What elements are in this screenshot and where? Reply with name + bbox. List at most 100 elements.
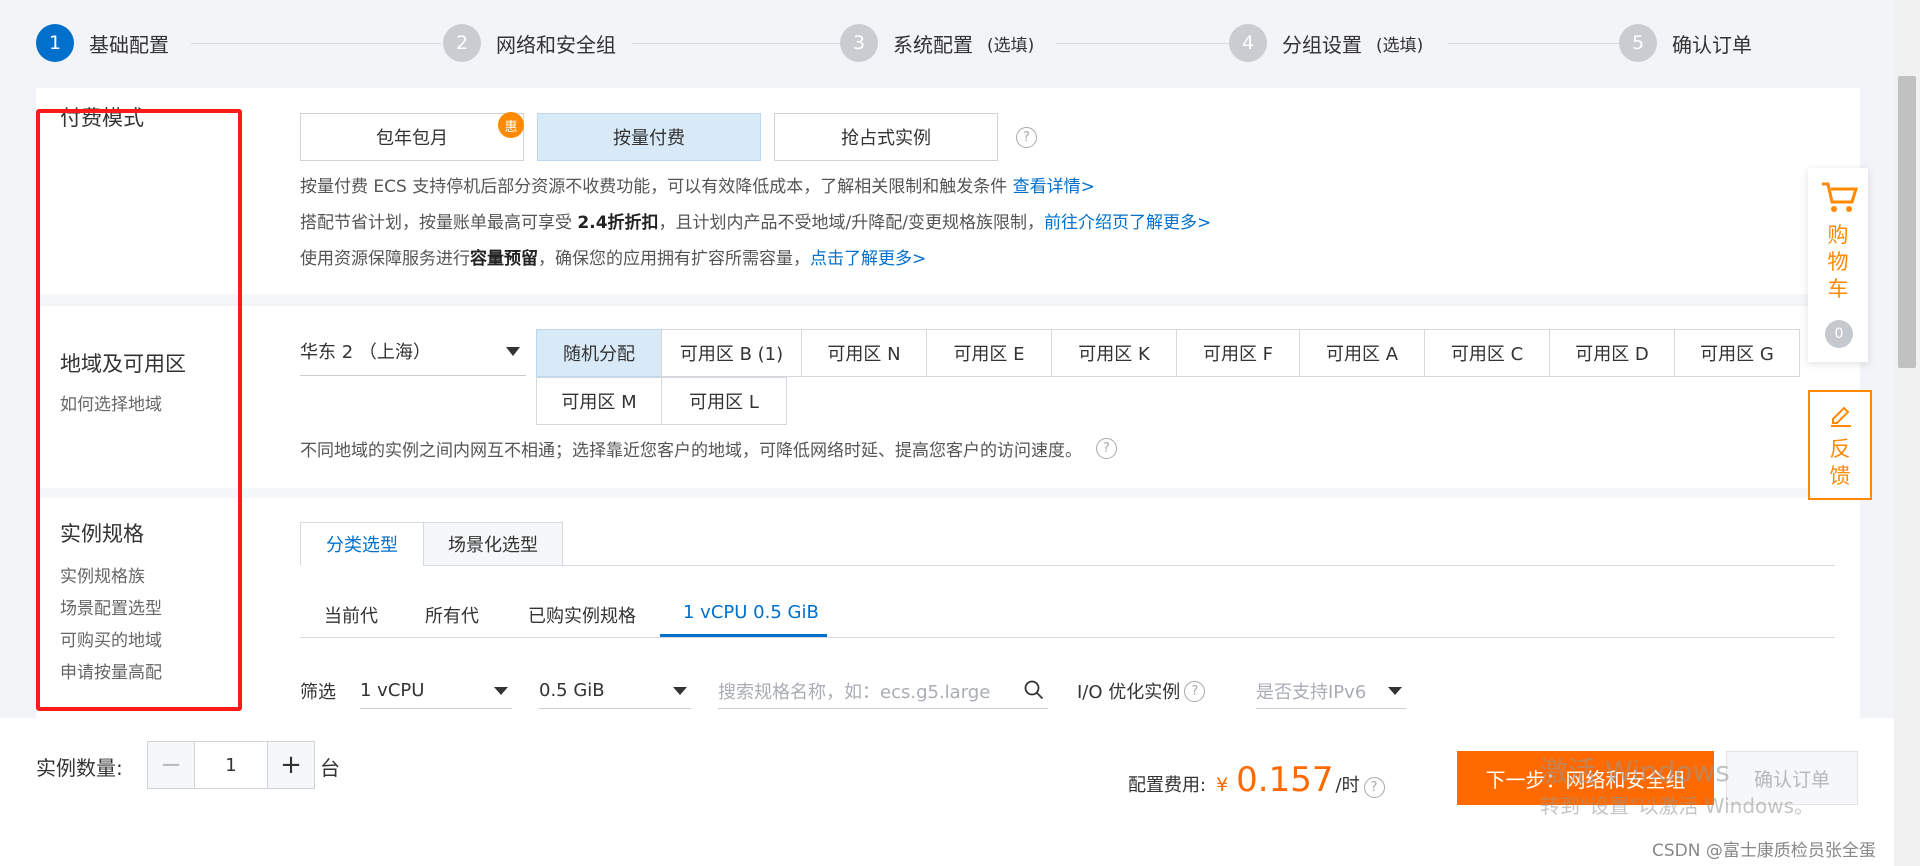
chevron-down-icon [1388, 687, 1402, 695]
cost-label: 配置费用: [1128, 775, 1207, 796]
memory-select[interactable]: 0.5 GiB [539, 673, 691, 709]
cart-icon [1822, 182, 1858, 212]
help-icon[interactable]: ? [1016, 127, 1037, 148]
help-icon[interactable]: ? [1096, 438, 1117, 459]
price-value: 0.157 [1236, 760, 1334, 800]
vcpu-select[interactable]: 1 vCPU [360, 673, 512, 709]
scrollbar-thumb[interactable] [1898, 76, 1916, 368]
step-connector [191, 43, 441, 44]
vertical-scrollbar[interactable] [1894, 0, 1920, 866]
step-number: 4 [1229, 24, 1267, 62]
price-unit: /时 [1335, 775, 1360, 796]
subtab-1vcpu-05gib[interactable]: 1 vCPU 0.5 GiB [683, 602, 819, 623]
zone-option[interactable]: 可用区 K [1051, 329, 1177, 377]
step-label: 分组设置 [1282, 32, 1362, 57]
desc-highlight: 2.4折折扣 [577, 213, 659, 233]
zone-option[interactable]: 可用区 D [1549, 329, 1675, 377]
billing-subscription-button[interactable]: 包年包月 惠 [300, 112, 524, 161]
billing-option-label: 抢占式实例 [841, 128, 931, 149]
subtab-all-gen[interactable]: 所有代 [425, 602, 479, 628]
vcpu-value: 1 vCPU [360, 680, 425, 701]
desc-text: 使用资源保障服务进行 [300, 249, 470, 269]
decrement-button[interactable]: − [148, 742, 194, 788]
feedback-label-char: 反 [1829, 437, 1851, 461]
cart-label-char: 购 [1827, 223, 1849, 247]
memory-value: 0.5 GiB [539, 680, 605, 701]
tab-category-selection[interactable]: 分类选型 [300, 522, 424, 566]
search-icon[interactable] [1024, 680, 1044, 700]
annotation-red-box [36, 109, 242, 711]
ipv6-placeholder: 是否支持IPv6 [1256, 681, 1367, 703]
chevron-down-icon [673, 687, 687, 695]
io-label-text: I/O 优化实例 [1077, 682, 1181, 703]
quantity-stepper[interactable]: − 1 + [147, 741, 315, 789]
step-connector [632, 43, 860, 44]
step-basic-config[interactable]: 1 基础配置 [36, 22, 169, 64]
step-optional-note: (选填) [1376, 35, 1424, 56]
region-select[interactable]: 华东 2 （上海） [300, 326, 526, 376]
learn-more-link[interactable]: 前往介绍页了解更多> [1044, 213, 1211, 233]
step-number: 5 [1619, 24, 1657, 62]
cart-count-badge: 0 [1825, 320, 1853, 348]
billing-pay-as-you-go-button[interactable]: 按量付费 [537, 113, 761, 161]
desc-highlight: 容量预留 [470, 249, 538, 269]
billing-option-label: 按量付费 [613, 128, 685, 149]
view-details-link[interactable]: 查看详情> [1013, 177, 1095, 197]
zone-option[interactable]: 可用区 F [1176, 329, 1300, 377]
billing-desc-3: 使用资源保障服务进行容量预留，确保您的应用拥有扩容所需容量，点击了解更多> [300, 244, 926, 269]
feedback-label-char: 馈 [1829, 464, 1851, 488]
zone-option[interactable]: 可用区 M [536, 377, 662, 425]
shopping-cart-widget[interactable]: 购 物 车 0 [1808, 168, 1868, 362]
activation-watermark-text: 转到"设置"以激活 Windows。 [1540, 794, 1815, 818]
increment-button[interactable]: + [268, 742, 314, 788]
spec-search-input[interactable]: 搜索规格名称，如：ecs.g5.large [718, 673, 1048, 709]
active-subtab-indicator [660, 634, 827, 637]
step-label: 系统配置 [893, 32, 973, 57]
edit-icon [1831, 406, 1851, 427]
discount-badge: 惠 [498, 112, 524, 138]
help-icon[interactable]: ? [1184, 680, 1206, 702]
step-number: 3 [840, 24, 878, 62]
zone-option[interactable]: 随机分配 [536, 329, 662, 377]
step-optional-note: (选填) [987, 35, 1035, 56]
csdn-credit: CSDN @富士康质检员张全蛋 [1652, 841, 1876, 861]
billing-desc-1: 按量付费 ECS 支持停机后部分资源不收费功能，可以有效降低成本，了解相关限制和… [300, 172, 1095, 197]
chevron-down-icon [494, 687, 508, 695]
desc-text: 按量付费 ECS 支持停机后部分资源不收费功能，可以有效降低成本，了解相关限制和… [300, 177, 1013, 197]
quantity-value[interactable]: 1 [194, 742, 268, 788]
step-connector [1448, 43, 1640, 44]
desc-text: ，确保您的应用拥有扩容所需容量， [538, 249, 810, 269]
help-icon[interactable]: ? [1363, 777, 1385, 798]
subtab-current-gen[interactable]: 当前代 [324, 602, 378, 628]
currency-symbol: ¥ [1216, 774, 1229, 796]
zone-option[interactable]: 可用区 A [1299, 329, 1425, 377]
cart-label-char: 车 [1827, 277, 1849, 301]
zone-option[interactable]: 可用区 E [926, 329, 1052, 377]
step-system-config[interactable]: 3 系统配置 (选填) [840, 22, 1034, 64]
step-connector [1056, 43, 1236, 44]
zone-option[interactable]: 可用区 L [661, 377, 787, 425]
section-divider [36, 488, 1860, 498]
feedback-widget[interactable]: 反 馈 [1808, 390, 1872, 500]
filter-label: 筛选 [300, 682, 336, 703]
step-network-security[interactable]: 2 网络和安全组 [443, 22, 616, 64]
zone-option[interactable]: 可用区 C [1424, 329, 1550, 377]
io-optimized-label: I/O 优化实例 ? [1077, 678, 1206, 704]
billing-desc-2: 搭配节省计划，按量账单最高可享受 2.4折折扣，且计划内产品不受地域/升降配/变… [300, 208, 1211, 233]
ipv6-select[interactable]: 是否支持IPv6 [1256, 673, 1406, 709]
tab-underline [562, 565, 1835, 566]
region-note: 不同地域的实例之间内网互不相通；选择靠近您客户的地域，可降低网络时延、提高您客户… [300, 436, 1117, 461]
subtab-purchased-specs[interactable]: 已购实例规格 [528, 602, 636, 628]
click-learn-more-link[interactable]: 点击了解更多> [810, 249, 926, 269]
step-group-settings[interactable]: 4 分组设置 (选填) [1229, 22, 1423, 64]
billing-option-label: 包年包月 [376, 128, 448, 149]
cart-label-char: 物 [1827, 250, 1849, 274]
step-label: 确认订单 [1672, 32, 1752, 57]
zone-option[interactable]: 可用区 B (1) [661, 329, 802, 377]
zone-option[interactable]: 可用区 G [1674, 329, 1800, 377]
steps-bar: 1 基础配置 2 网络和安全组 3 系统配置 (选填) 4 分组设置 (选填) … [36, 22, 1786, 64]
billing-spot-instance-button[interactable]: 抢占式实例 [774, 113, 998, 161]
zone-option[interactable]: 可用区 N [801, 329, 927, 377]
step-confirm-order[interactable]: 5 确认订单 [1619, 22, 1752, 64]
tab-scenario-selection[interactable]: 场景化选型 [423, 522, 563, 566]
